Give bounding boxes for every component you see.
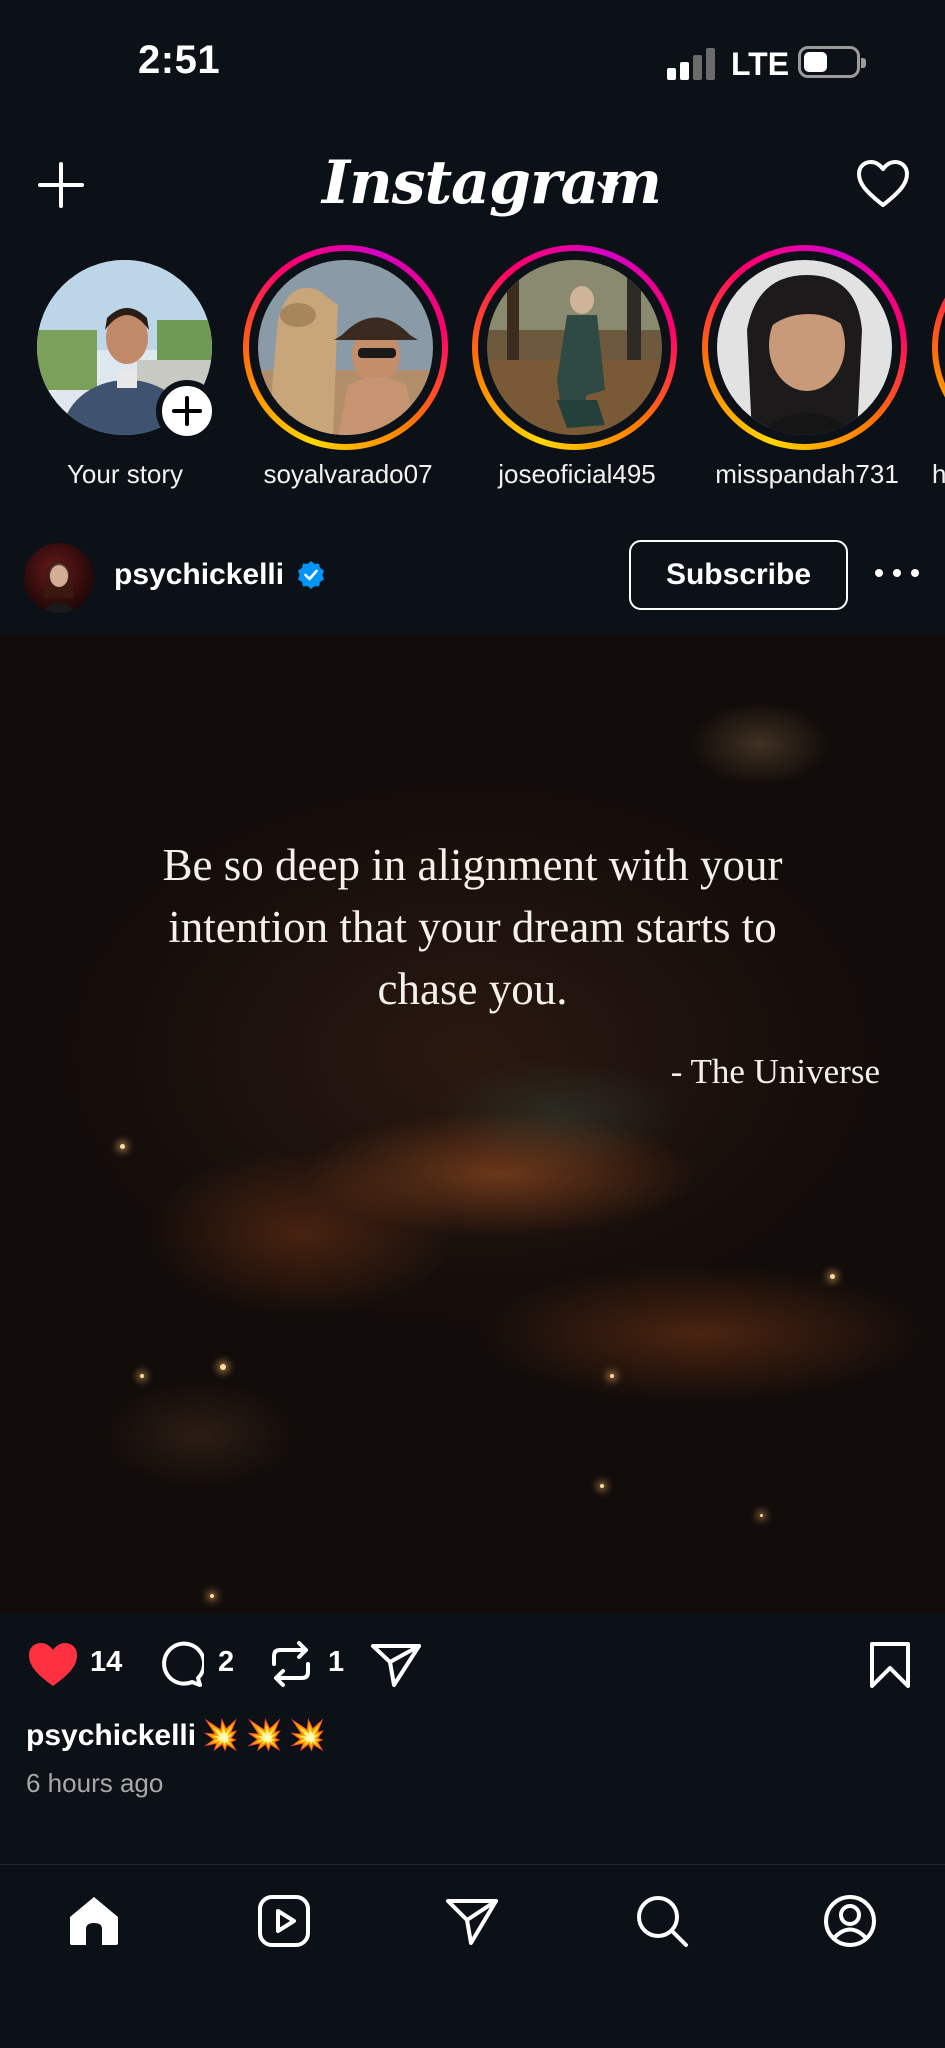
create-plus-icon[interactable] — [36, 160, 86, 210]
like-count[interactable]: 14 — [90, 1646, 122, 1679]
story-item[interactable]: soyalvarado07 — [243, 245, 453, 495]
post-header: psychickelli Subscribe — [0, 530, 945, 630]
star-decoration — [830, 1274, 835, 1279]
post-caption: psychickelli 💥💥💥 — [26, 1718, 332, 1753]
chevron-down-icon[interactable] — [596, 178, 620, 198]
story-avatar — [717, 260, 892, 435]
battery-icon — [798, 46, 866, 78]
status-time: 2:51 — [138, 38, 221, 82]
post-timestamp: 6 hours ago — [26, 1768, 164, 1798]
home-icon[interactable] — [66, 1893, 122, 1949]
heart-icon[interactable] — [855, 158, 911, 210]
star-decoration — [760, 1514, 763, 1517]
search-icon[interactable] — [634, 1893, 690, 1949]
reels-icon[interactable] — [256, 1893, 312, 1949]
story-label: misspandah731 — [715, 459, 899, 489]
add-story-icon[interactable] — [156, 380, 218, 442]
star-decoration — [140, 1374, 144, 1378]
star-decoration — [210, 1594, 214, 1598]
story-label: h — [932, 459, 945, 489]
story-avatar — [258, 260, 433, 435]
heart-filled-icon — [29, 1643, 77, 1686]
star-decoration — [120, 1144, 125, 1149]
like-button[interactable] — [26, 1640, 82, 1690]
send-icon — [371, 1644, 421, 1687]
more-options-icon[interactable] — [875, 565, 919, 581]
profile-icon[interactable] — [822, 1893, 878, 1949]
repost-count[interactable]: 1 — [328, 1646, 344, 1679]
caption-emoji: 💥💥💥 — [202, 1719, 333, 1752]
save-button[interactable] — [868, 1640, 912, 1690]
post-image[interactable]: Be so deep in alignment with your intent… — [0, 634, 945, 1614]
status-bar: 2:51 LTE — [0, 0, 945, 130]
story-label: soyalvarado07 — [263, 459, 433, 489]
star-decoration — [220, 1364, 226, 1370]
story-item[interactable]: joseoficial495 — [472, 245, 682, 495]
caption-username[interactable]: psychickelli — [26, 1719, 196, 1752]
star-decoration — [610, 1374, 614, 1378]
story-avatar — [487, 260, 662, 435]
stories-tray: Your story soyalvarado07 joseoficial495 … — [0, 245, 945, 500]
direct-icon[interactable] — [444, 1893, 500, 1949]
bottom-nav — [0, 1864, 945, 2048]
post-quote-attribution: - The Universe — [670, 1052, 880, 1091]
story-item[interactable]: misspandah731 — [702, 245, 912, 495]
verified-badge-icon — [298, 561, 324, 589]
story-item[interactable]: h — [932, 245, 945, 495]
comment-icon — [162, 1641, 204, 1687]
story-label: Your story — [66, 459, 184, 489]
repost-icon — [272, 1641, 310, 1687]
repost-button[interactable] — [268, 1640, 316, 1690]
comment-button[interactable] — [156, 1640, 206, 1690]
bookmark-icon — [870, 1642, 910, 1688]
post-avatar[interactable] — [24, 543, 94, 613]
network-label: LTE — [731, 46, 790, 82]
star-decoration — [600, 1484, 604, 1488]
story-your-story[interactable]: Your story — [10, 245, 220, 495]
post-actions: 14 2 1 — [0, 1630, 945, 1700]
post-quote-text: Be so deep in alignment with your intent… — [162, 840, 783, 1014]
subscribe-button[interactable]: Subscribe — [629, 540, 848, 610]
post-username[interactable]: psychickelli — [114, 558, 284, 592]
share-button[interactable] — [370, 1640, 422, 1690]
signal-icon — [667, 48, 715, 80]
comment-count[interactable]: 2 — [218, 1646, 234, 1679]
story-label: joseoficial495 — [498, 459, 656, 489]
app-header: Instagram — [0, 130, 945, 240]
